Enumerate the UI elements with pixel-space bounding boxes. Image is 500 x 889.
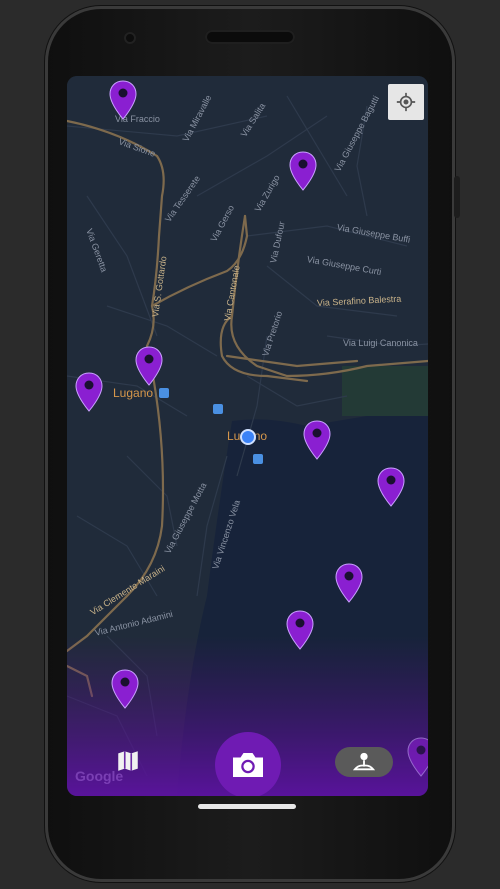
bus-stop-icon: [213, 404, 223, 414]
my-location-icon: [396, 92, 416, 112]
app-screen: Via Fraccio Via Sione Via Miravalle Via …: [67, 76, 428, 796]
map-marker-pin-icon[interactable]: [303, 420, 331, 460]
camera-button[interactable]: [215, 732, 281, 796]
bus-stop-icon: [253, 454, 263, 464]
map-view-button[interactable]: [115, 748, 141, 774]
user-location-dot: [240, 429, 256, 445]
home-indicator[interactable]: [198, 804, 296, 809]
earpiece-speaker: [205, 30, 295, 44]
map-marker-pin-icon[interactable]: [109, 80, 137, 120]
my-location-button[interactable]: [388, 84, 424, 120]
map-marker-pin-icon[interactable]: [286, 610, 314, 650]
street-label: Via Luigi Canonica: [343, 338, 418, 348]
person-pin-icon: [353, 752, 375, 771]
city-label: Lugano: [113, 386, 154, 400]
camera-icon: [233, 753, 263, 777]
map-icon: [118, 751, 138, 771]
bus-station-icon: [159, 388, 169, 398]
map-marker-pin-icon[interactable]: [111, 669, 139, 709]
map-marker-pin-icon[interactable]: [135, 346, 163, 386]
map-marker-pin-icon[interactable]: [75, 372, 103, 412]
map-marker-pin-icon[interactable]: [335, 563, 363, 603]
front-camera: [124, 32, 136, 44]
volume-button: [454, 176, 460, 218]
map-marker-pin-icon[interactable]: [289, 151, 317, 191]
map-marker-pin-icon[interactable]: [377, 467, 405, 507]
profile-button[interactable]: [335, 747, 393, 777]
